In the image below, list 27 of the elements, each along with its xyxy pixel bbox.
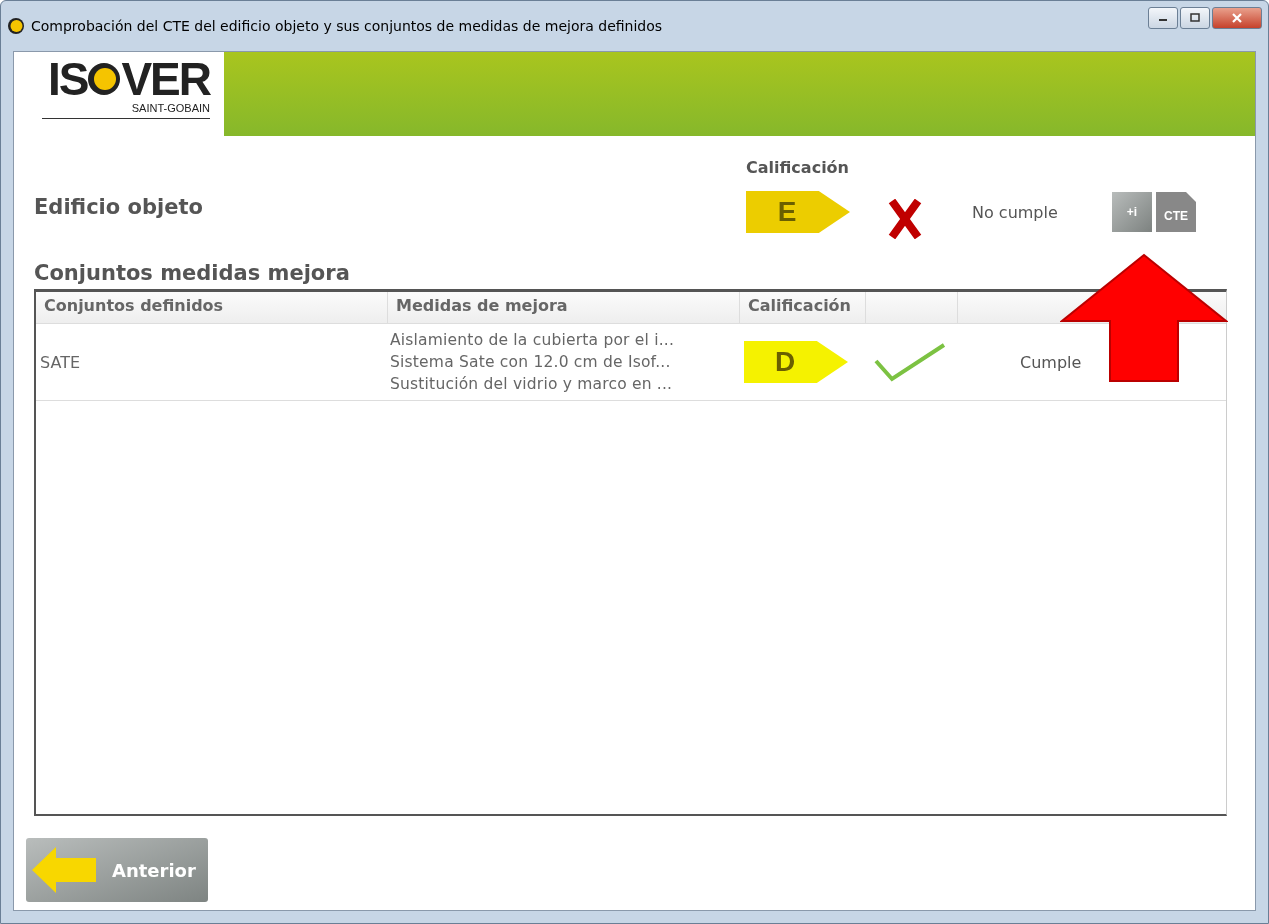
close-button[interactable]	[1212, 7, 1262, 29]
left-arrow-icon	[32, 847, 98, 893]
building-label: Edificio objeto	[34, 195, 204, 221]
status-text: Cumple	[1020, 352, 1082, 372]
cte-document-button[interactable]: CTE	[1156, 192, 1196, 232]
app-icon	[7, 17, 25, 35]
info-button[interactable]: +i	[1112, 192, 1152, 232]
maximize-icon	[1190, 13, 1200, 23]
section-title: Conjuntos medidas mejora	[33, 260, 351, 287]
close-icon	[1231, 13, 1243, 23]
column-header: Calificación	[740, 292, 866, 323]
sun-icon	[87, 62, 122, 96]
window-title: Comprobación del CTE del edificio objeto y sus conjuntos de medidas de mejora definidos	[31, 18, 663, 34]
measure-text: Sustitución del vidrio y marco en ...	[390, 374, 673, 395]
logo-subtitle: SAINT-GOBAIN	[41, 102, 210, 119]
column-header: Medidas de mejora	[388, 292, 740, 323]
measure-text: Sistema Sate con 12.0 cm de Isof...	[390, 352, 671, 373]
minimize-button[interactable]	[1148, 7, 1178, 29]
logo-text: VER	[121, 56, 210, 102]
rating-heading: Calificación	[746, 158, 850, 177]
maximize-button[interactable]	[1180, 7, 1210, 29]
status-text: No cumple	[971, 202, 1059, 222]
back-button[interactable]: Anterior	[26, 838, 208, 902]
table-cell-text: SATE	[39, 351, 82, 374]
logo-text: IS	[47, 56, 88, 102]
column-header: Conjuntos definidos	[36, 292, 388, 323]
measure-text: Aislamiento de la cubierta por el i...	[390, 330, 675, 351]
